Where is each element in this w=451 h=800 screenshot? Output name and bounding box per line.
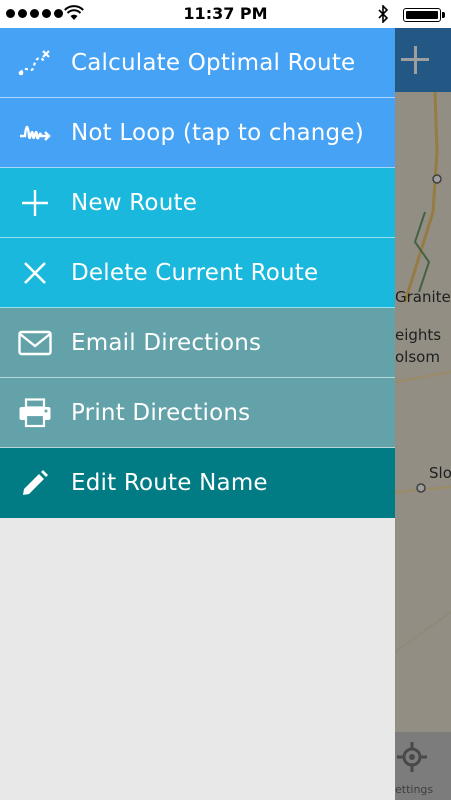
calculate-optimal-route-button[interactable]: Calculate Optimal Route bbox=[0, 28, 395, 98]
map-label: olsom bbox=[395, 348, 440, 366]
map-label: Slo bbox=[429, 464, 451, 482]
delete-route-button[interactable]: Delete Current Route bbox=[0, 238, 395, 308]
menu-item-label: New Route bbox=[71, 189, 198, 216]
map-tab-bar: ettings bbox=[395, 732, 451, 800]
printer-icon bbox=[18, 396, 52, 430]
map-view[interactable]: Granite eights olsom Slo ettings bbox=[395, 28, 451, 800]
map-canvas[interactable]: Granite eights olsom Slo bbox=[395, 91, 451, 732]
loop-toggle-button[interactable]: Not Loop (tap to change) bbox=[0, 98, 395, 168]
new-route-button[interactable]: New Route bbox=[0, 168, 395, 238]
menu-item-label: Calculate Optimal Route bbox=[71, 49, 356, 76]
map-label: eights bbox=[395, 326, 442, 344]
route-icon bbox=[18, 46, 52, 80]
menu-item-label: Not Loop (tap to change) bbox=[71, 119, 364, 146]
bluetooth-icon bbox=[378, 5, 389, 23]
edit-route-name-button[interactable]: Edit Route Name bbox=[0, 448, 395, 518]
status-bar: 11:37 PM bbox=[0, 0, 451, 28]
menu-item-label: Delete Current Route bbox=[71, 259, 319, 286]
plus-icon bbox=[18, 186, 52, 220]
print-directions-button[interactable]: Print Directions bbox=[0, 378, 395, 448]
map-label: Granite bbox=[395, 288, 451, 306]
pencil-icon bbox=[18, 466, 52, 500]
menu-item-label: Print Directions bbox=[71, 399, 251, 426]
map-roads bbox=[395, 91, 451, 653]
settings-tab-label[interactable]: ettings bbox=[395, 783, 433, 796]
side-menu: Calculate Optimal Route Not Loop (tap to… bbox=[0, 28, 395, 800]
add-icon[interactable] bbox=[395, 28, 451, 92]
envelope-icon bbox=[18, 326, 52, 360]
loop-icon bbox=[18, 116, 52, 150]
menu-item-label: Edit Route Name bbox=[71, 470, 268, 496]
gear-icon[interactable] bbox=[395, 740, 429, 774]
close-icon bbox=[18, 256, 52, 290]
menu-item-label: Email Directions bbox=[71, 329, 262, 356]
email-directions-button[interactable]: Email Directions bbox=[0, 308, 395, 378]
battery-icon bbox=[403, 8, 445, 22]
